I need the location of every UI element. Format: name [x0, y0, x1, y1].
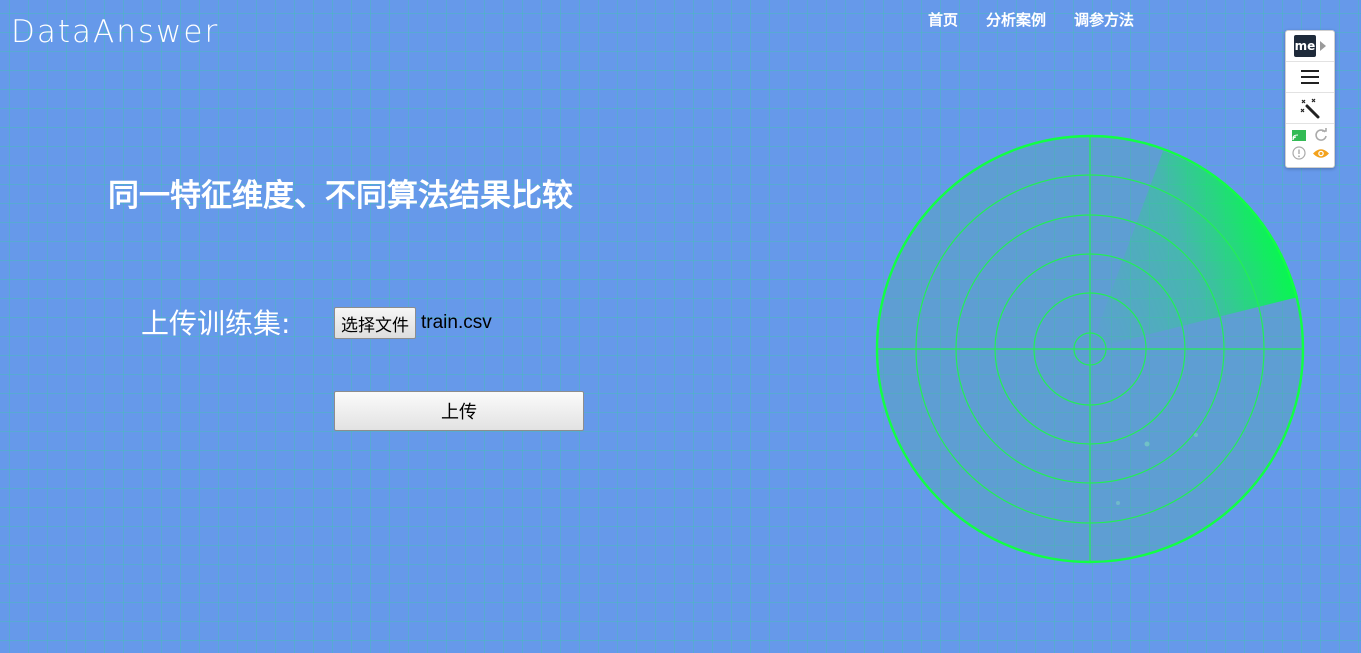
eye-icon	[1313, 148, 1329, 158]
cast-button[interactable]	[1290, 127, 1308, 143]
refresh-button[interactable]	[1312, 127, 1330, 143]
choose-file-button[interactable]: 选择文件	[334, 307, 416, 339]
file-input[interactable]: 选择文件 train.csv	[334, 307, 492, 339]
me-logo-button[interactable]: me	[1286, 31, 1334, 62]
logo[interactable]: DataAnswer	[11, 14, 219, 50]
expand-arrow-icon	[1320, 41, 1326, 51]
top-nav: 首页 分析案例 调参方法	[928, 9, 1134, 30]
nav-item-home[interactable]: 首页	[928, 9, 958, 30]
magic-wand-icon	[1300, 98, 1320, 119]
alert-icon	[1292, 146, 1306, 160]
radar-blip	[1144, 441, 1150, 447]
nav-item-tuning[interactable]: 调参方法	[1074, 9, 1134, 30]
me-logo-icon: me	[1294, 35, 1316, 57]
menu-button[interactable]	[1286, 62, 1334, 93]
extension-toolbar: me	[1285, 30, 1335, 168]
upload-button[interactable]: 上传	[334, 391, 584, 431]
cast-icon	[1292, 129, 1306, 141]
radar-graphic	[875, 134, 1305, 564]
page-title: 同一特征维度、不同算法结果比较	[108, 178, 573, 214]
eye-button[interactable]	[1312, 145, 1330, 161]
magic-wand-button[interactable]	[1286, 93, 1334, 124]
upload-label: 上传训练集:	[141, 307, 291, 340]
menu-icon	[1301, 70, 1319, 84]
refresh-icon	[1315, 128, 1327, 141]
alert-button[interactable]	[1290, 145, 1308, 161]
radar-blip	[1116, 501, 1120, 505]
nav-item-cases[interactable]: 分析案例	[986, 9, 1046, 30]
radar-blip	[1194, 433, 1198, 437]
selected-file-name: train.csv	[421, 312, 492, 333]
